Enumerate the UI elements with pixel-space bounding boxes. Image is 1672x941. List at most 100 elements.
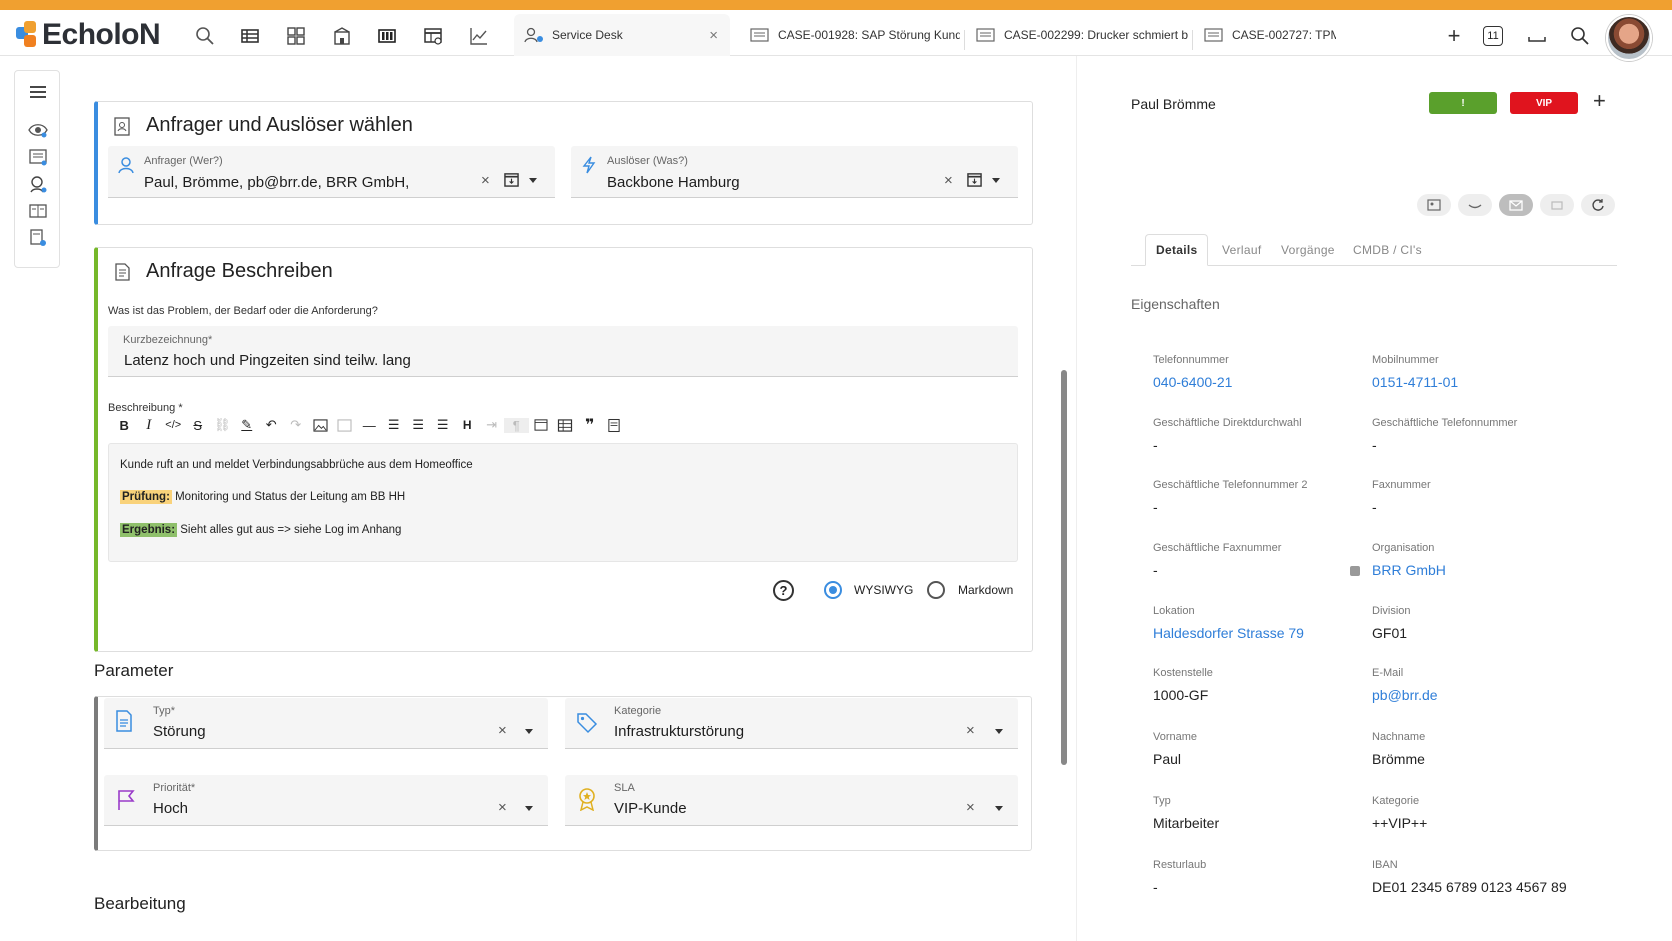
phone-link[interactable]: 040-6400-21 — [1153, 374, 1232, 390]
panel-divider[interactable] — [1076, 56, 1077, 941]
dropdown-arrow-icon[interactable] — [995, 806, 1003, 811]
mobile-link[interactable]: 0151-4711-01 — [1372, 374, 1458, 390]
description-editor[interactable]: Kunde ruft an und meldet Verbindungsabbr… — [108, 443, 1018, 562]
markdown-radio[interactable] — [927, 581, 945, 599]
italic-icon[interactable]: I — [137, 417, 162, 434]
sla-field[interactable]: SLA VIP-Kunde × — [565, 775, 1018, 826]
link-icon[interactable]: ⛓ — [210, 417, 235, 433]
clear-icon[interactable]: × — [481, 172, 490, 189]
service-desk-icon — [524, 27, 544, 43]
alert-badge[interactable]: ! — [1429, 92, 1497, 114]
requester-field[interactable]: Anfrager (Wer?) Paul, Brömme, pb@brr.de,… — [108, 146, 555, 198]
global-search-icon[interactable] — [1567, 24, 1593, 48]
new-case-icon[interactable] — [26, 227, 50, 249]
badge-label: ! — [1461, 97, 1465, 109]
bullet-list-icon[interactable]: ☰ — [406, 417, 431, 433]
add-icon[interactable]: + — [1593, 88, 1606, 114]
clear-icon[interactable]: × — [944, 172, 953, 189]
tab-details[interactable]: Details — [1145, 234, 1209, 266]
horizontal-rule-icon[interactable]: — — [357, 418, 382, 433]
calendar-picker-icon[interactable] — [504, 172, 519, 187]
clear-icon[interactable]: × — [966, 799, 975, 816]
chart-icon[interactable] — [466, 24, 492, 48]
contact-card-action-icon[interactable] — [1417, 194, 1451, 216]
image-icon[interactable] — [308, 418, 333, 432]
task-list-icon[interactable]: ☰ — [431, 417, 456, 433]
list-view-icon[interactable] — [237, 24, 263, 48]
bold-icon[interactable]: B — [112, 418, 137, 433]
print-action-icon[interactable] — [1540, 194, 1574, 216]
tab-case-002727[interactable]: CASE-002727: TPM-00 — [1194, 14, 1336, 56]
calendar-picker-icon[interactable] — [967, 172, 982, 187]
organization-link[interactable]: BRR GmbH — [1372, 562, 1446, 578]
menu-icon[interactable] — [26, 81, 50, 103]
clear-icon[interactable]: × — [498, 722, 507, 739]
dropdown-arrow-icon[interactable] — [525, 729, 533, 734]
tab-verlauf[interactable]: Verlauf — [1222, 234, 1261, 266]
email-link[interactable]: pb@brr.de — [1372, 687, 1438, 703]
redo-icon[interactable]: ↷ — [284, 417, 309, 433]
search-person-icon[interactable] — [26, 173, 50, 195]
wysiwyg-radio[interactable] — [824, 581, 842, 599]
heading-icon[interactable]: H — [455, 418, 480, 432]
describe-card-title: Anfrage Beschreiben — [112, 260, 333, 283]
close-icon[interactable]: × — [709, 27, 718, 44]
watch-icon[interactable] — [26, 119, 50, 141]
board-icon[interactable] — [374, 24, 400, 48]
refresh-icon[interactable] — [1581, 194, 1615, 216]
clear-icon[interactable]: × — [498, 799, 507, 816]
image-edit-icon[interactable] — [333, 418, 358, 432]
user-avatar[interactable] — [1606, 15, 1652, 61]
priority-field[interactable]: Priorität* Hoch × — [104, 775, 548, 826]
app-logo[interactable]: EcholoN — [14, 18, 161, 52]
help-icon[interactable]: ? — [773, 580, 794, 601]
dropdown-arrow-icon[interactable] — [529, 178, 537, 183]
markdown-label: Markdown — [958, 583, 1014, 597]
source-icon[interactable] — [602, 418, 627, 433]
ordered-list-icon[interactable]: ☰ — [382, 417, 407, 433]
table-insert-icon[interactable] — [553, 418, 578, 432]
vip-badge[interactable]: VIP — [1510, 92, 1578, 114]
knowledge-icon[interactable] — [26, 200, 50, 222]
embed-icon[interactable] — [529, 419, 554, 431]
tab-label: Details — [1156, 243, 1198, 257]
tab-vorgaenge[interactable]: Vorgänge — [1281, 234, 1335, 266]
tab-service-desk[interactable]: Service Desk × — [514, 14, 730, 56]
clear-icon[interactable]: × — [966, 722, 975, 739]
mail-action-icon[interactable] — [1499, 194, 1533, 216]
contact-panel: Paul Brömme ! VIP + Details Verlauf Vorg… — [1078, 56, 1672, 941]
tab-case-001928[interactable]: CASE-001928: SAP Störung Kunden — [740, 14, 960, 56]
highlight-icon[interactable]: ✎ — [235, 417, 260, 433]
dropdown-arrow-icon[interactable] — [992, 178, 1000, 183]
prop-iban: IBAN DE01 2345 6789 0123 4567 89 — [1372, 859, 1567, 895]
tab-case-002299[interactable]: CASE-002299: Drucker schmiert be — [966, 14, 1188, 56]
field-label: Typ* — [153, 705, 176, 717]
type-field[interactable]: Typ* Störung × — [104, 698, 548, 749]
editor-toolbar: B I </> S ⛓ ✎ ↶ ↷ — ☰ ☰ ☰ H ⇥ ¶ ❞ — [112, 413, 627, 437]
quote-icon[interactable]: ❞ — [578, 415, 603, 435]
tab-cmdb[interactable]: CMDB / CI's — [1353, 234, 1422, 266]
category-field[interactable]: Kategorie Infrastrukturstörung × — [565, 698, 1018, 749]
minimize-tabs-icon[interactable] — [1524, 24, 1550, 48]
strikethrough-icon[interactable]: S — [186, 418, 211, 433]
search-icon[interactable] — [192, 24, 218, 48]
organization-icon[interactable] — [329, 24, 355, 48]
dropdown-arrow-icon[interactable] — [525, 806, 533, 811]
undo-icon[interactable]: ↶ — [259, 417, 284, 433]
code-icon[interactable]: </> — [161, 419, 186, 431]
minimize-action-icon[interactable] — [1458, 194, 1492, 216]
main-scrollbar[interactable] — [1061, 370, 1067, 765]
short-description-field[interactable]: Kurzbezeichnung* Latenz hoch und Pingzei… — [108, 326, 1018, 377]
case-list-icon[interactable] — [26, 146, 50, 168]
dashboard-icon[interactable] — [283, 24, 309, 48]
trigger-field[interactable]: Auslöser (Was?) Backbone Hamburg × — [571, 146, 1018, 198]
indent-icon[interactable]: ⇥ — [480, 417, 505, 433]
paragraph-icon[interactable]: ¶ — [504, 417, 529, 433]
contact-card-icon — [112, 116, 132, 136]
open-tabs-counter[interactable]: 11 — [1480, 24, 1506, 48]
dropdown-arrow-icon[interactable] — [995, 729, 1003, 734]
person-icon — [117, 156, 135, 174]
table-icon[interactable] — [420, 24, 446, 48]
add-tab-icon[interactable]: + — [1441, 23, 1467, 48]
location-link[interactable]: Haldesdorfer Strasse 79 — [1153, 625, 1304, 641]
